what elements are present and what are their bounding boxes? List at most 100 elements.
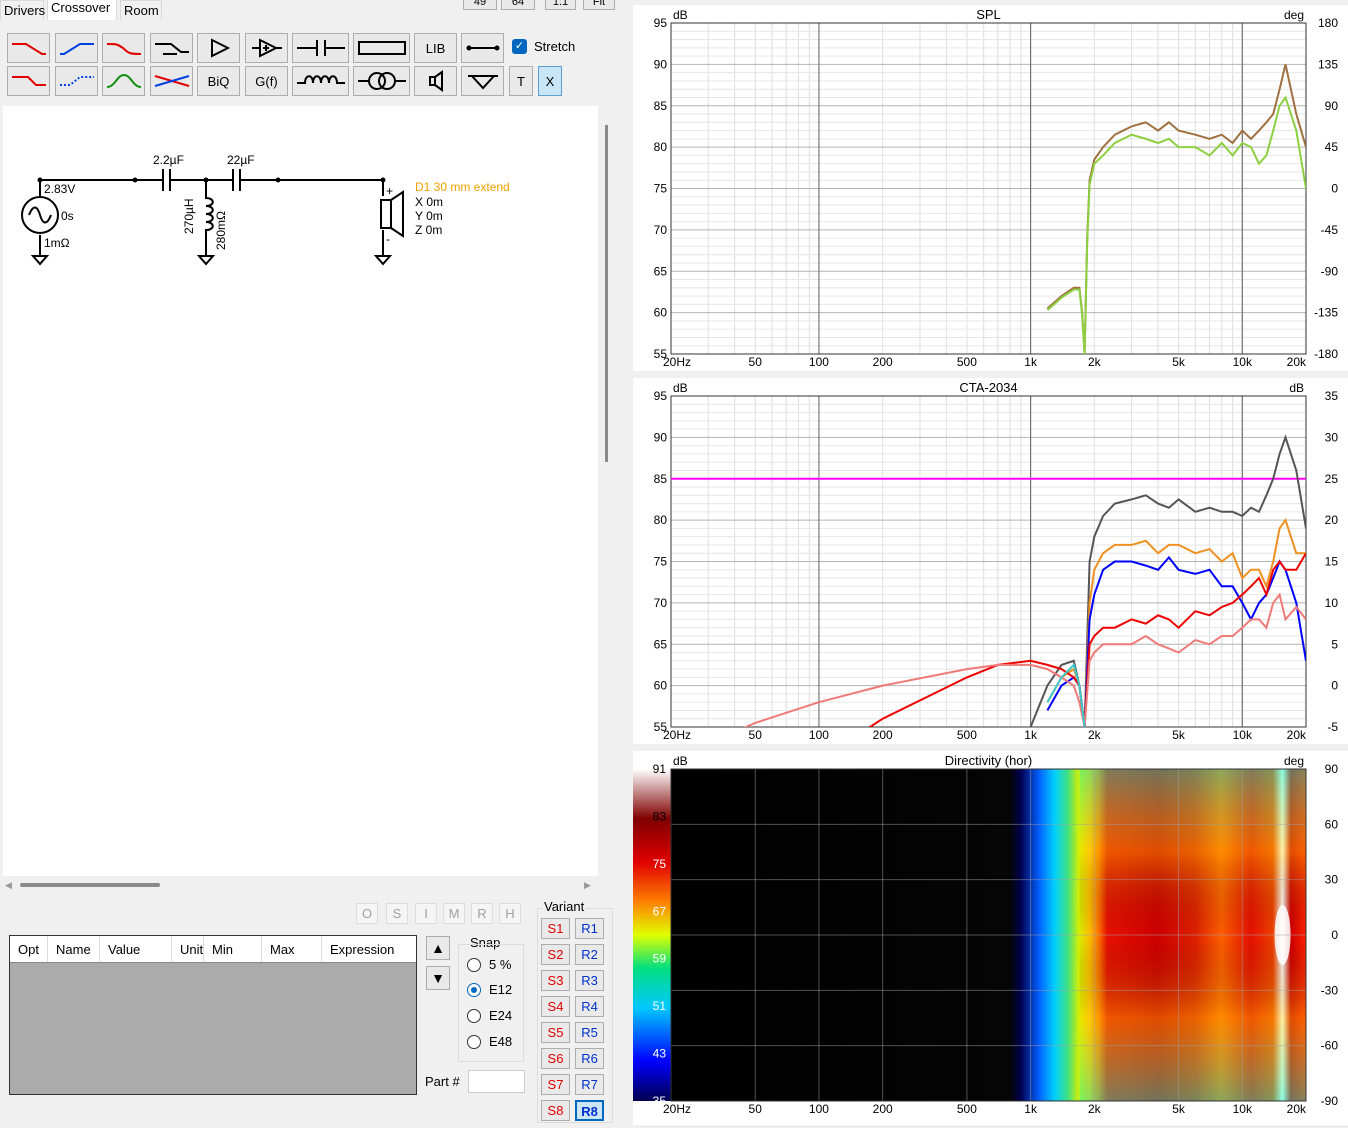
y-tick-label: 65: [654, 264, 668, 278]
snap-radio-e48[interactable]: [467, 1035, 481, 1049]
variant-r8-button[interactable]: R8: [575, 1100, 604, 1121]
y-tick-label: 91: [653, 762, 667, 776]
source-delay-label: 0s: [61, 209, 74, 223]
x-tick-label: 20Hz: [663, 355, 691, 369]
y2-tick-label: 90: [1325, 762, 1339, 776]
part-number-input[interactable]: [468, 1070, 525, 1093]
grid-col-unit[interactable]: Unit: [172, 936, 204, 962]
variant-s2-button[interactable]: S2: [541, 944, 570, 965]
variant-r5-button[interactable]: R5: [575, 1022, 604, 1043]
snap-radio-5pct[interactable]: [467, 958, 481, 972]
tab-crossover[interactable]: Crossover: [47, 0, 117, 20]
option-s-button[interactable]: S: [386, 903, 408, 924]
option-o-button[interactable]: O: [356, 903, 378, 924]
x-tick-label: 20k: [1287, 1102, 1307, 1116]
parameter-grid[interactable]: Opt Name Value Unit Min Max Expression: [9, 935, 417, 1095]
snap-radio-e12[interactable]: [467, 983, 481, 997]
lowpass-alt-button[interactable]: [7, 66, 50, 96]
variant-r4-button[interactable]: R4: [575, 996, 604, 1017]
zoom-1to1-button[interactable]: 1:1: [545, 0, 576, 10]
y-tick-label: 80: [654, 140, 668, 154]
text-tool-button[interactable]: T: [509, 66, 533, 96]
directivity-chart[interactable]: Directivity (hor) dB deg 20Hz 50 100 200 500 1k 2…: [633, 751, 1348, 1125]
inductor-button[interactable]: [292, 66, 349, 96]
transfer-function-button[interactable]: G(f): [245, 66, 288, 96]
schematic-vertical-scrollbar[interactable]: [605, 125, 608, 462]
y-tick-label: 83: [653, 809, 667, 823]
variant-r1-button[interactable]: R1: [575, 918, 604, 939]
allpass-blue-button[interactable]: [55, 66, 98, 96]
schematic-canvas[interactable]: 2.83V 0s 1mΩ 2.2µF 22µF 270µH 280mΩ + - …: [3, 106, 598, 876]
amplifier-button[interactable]: [197, 33, 240, 63]
stretch-checkbox[interactable]: ✓: [512, 39, 527, 54]
x-tick-label: 2k: [1088, 355, 1102, 369]
biquad-button[interactable]: BiQ: [197, 66, 240, 96]
buffer-button[interactable]: [245, 33, 288, 63]
capacitor-button[interactable]: [292, 33, 349, 63]
source-voltage-label: 2.83V: [44, 182, 75, 196]
variant-s6-button[interactable]: S6: [541, 1048, 570, 1069]
ground-button[interactable]: [461, 66, 504, 96]
grid-col-value[interactable]: Value: [100, 936, 172, 962]
y-tick-label: 51: [653, 999, 667, 1013]
zoom-64-button[interactable]: 64: [501, 0, 535, 10]
x-tick-label: 50: [749, 355, 763, 369]
move-up-button[interactable]: ▲: [426, 936, 450, 960]
tab-room[interactable]: Room: [120, 0, 162, 20]
y2-tick-label: 60: [1325, 817, 1339, 831]
scroll-left-icon[interactable]: ◀: [5, 880, 12, 891]
schematic-horizontal-scrollbar[interactable]: [20, 883, 160, 887]
y2-tick-label: -60: [1321, 1039, 1339, 1053]
variant-s8-button[interactable]: S8: [541, 1100, 570, 1121]
variant-s5-button[interactable]: S5: [541, 1022, 570, 1043]
series-line-1: [1046, 95, 1306, 354]
variant-s1-button[interactable]: S1: [541, 918, 570, 939]
y-tick-label: 90: [654, 57, 668, 71]
variant-r7-button[interactable]: R7: [575, 1074, 604, 1095]
zoom-49-button[interactable]: 49: [463, 0, 497, 10]
source-resistance-label: 1mΩ: [44, 236, 70, 250]
variant-s3-button[interactable]: S3: [541, 970, 570, 991]
crossover-pair-button[interactable]: [150, 66, 193, 96]
tab-drivers[interactable]: Drivers: [0, 0, 46, 20]
lowpass-red-button[interactable]: [7, 33, 50, 63]
highpass-blue-button[interactable]: [55, 33, 98, 63]
grid-col-name[interactable]: Name: [48, 936, 100, 962]
grid-col-min[interactable]: Min: [204, 936, 262, 962]
snap-radio-e24[interactable]: [467, 1009, 481, 1023]
peak-green-button[interactable]: [102, 66, 145, 96]
variant-s7-button[interactable]: S7: [541, 1074, 570, 1095]
transformer-button[interactable]: [353, 66, 410, 96]
zoom-fit-button[interactable]: Fit: [583, 0, 615, 10]
x-tick-label: 1k: [1024, 355, 1038, 369]
option-h-button[interactable]: H: [499, 903, 521, 924]
option-i-button[interactable]: I: [415, 903, 437, 924]
y-tick-label: 75: [654, 182, 668, 196]
stretch-label: Stretch: [534, 39, 576, 54]
variant-s4-button[interactable]: S4: [541, 996, 570, 1017]
cta2034-chart[interactable]: CTA-2034 dB dB 20Hz 50 100 200 500 1k 2k 5k 10k 20k 9…: [633, 378, 1348, 744]
tab-drivers-label: Drivers: [4, 3, 46, 18]
spl-chart-svg: SPL dB deg 20Hz 50 100 200 500 1k 2k 5k 10k 20k 95 90 8…: [654, 7, 1339, 369]
grid-col-max[interactable]: Max: [262, 936, 322, 962]
wire-button[interactable]: [461, 33, 504, 63]
spl-chart[interactable]: SPL dB deg 20Hz 50 100 200 500 1k 2k 5k 10k 20k 95 90 8…: [633, 5, 1348, 371]
notch-red-button[interactable]: [102, 33, 145, 63]
variant-r6-button[interactable]: R6: [575, 1048, 604, 1069]
series-line-6: [1046, 662, 1086, 727]
driver-x-label: X 0m: [415, 195, 443, 209]
resistor-button[interactable]: [353, 33, 410, 63]
x-tick-label: 1k: [1024, 1102, 1038, 1116]
variant-r3-button[interactable]: R3: [575, 970, 604, 991]
grid-col-opt[interactable]: Opt: [10, 936, 48, 962]
shelf-button[interactable]: [150, 33, 193, 63]
speaker-button[interactable]: [414, 66, 457, 96]
option-r-button[interactable]: R: [471, 903, 493, 924]
option-m-button[interactable]: M: [443, 903, 465, 924]
variant-r2-button[interactable]: R2: [575, 944, 604, 965]
grid-col-expression[interactable]: Expression: [322, 936, 416, 962]
delete-tool-button[interactable]: X: [538, 66, 562, 96]
scroll-right-icon[interactable]: ▶: [584, 880, 591, 891]
move-down-button[interactable]: ▼: [426, 966, 450, 990]
library-button[interactable]: LIB: [414, 33, 457, 63]
